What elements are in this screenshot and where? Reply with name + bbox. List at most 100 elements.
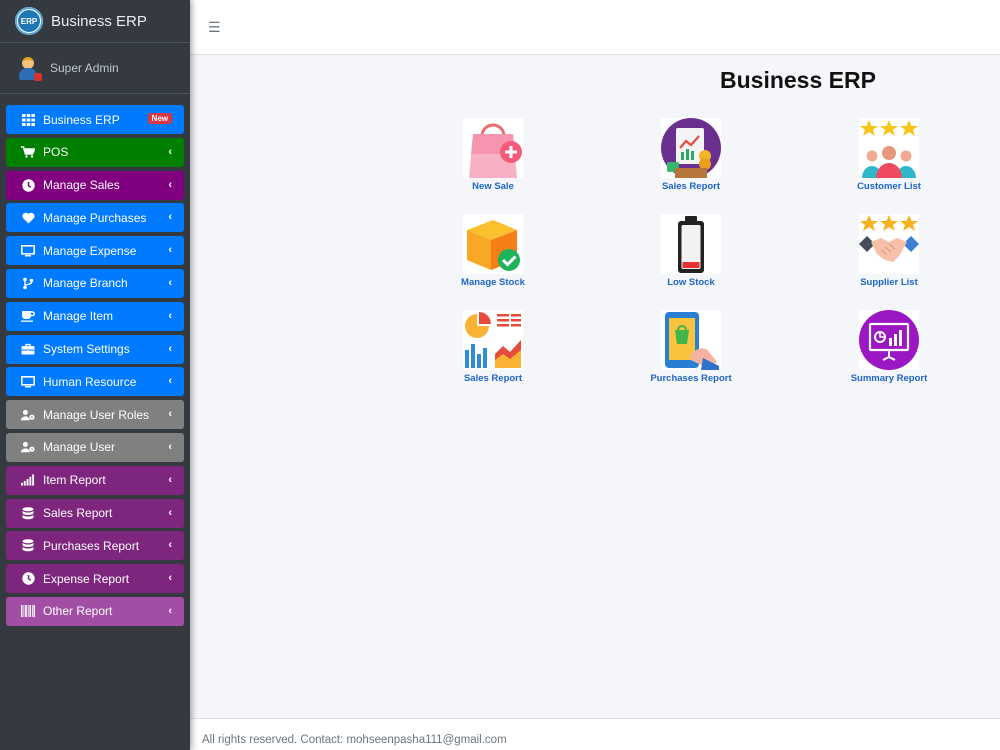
sidebar-item-business-erp[interactable]: Business ERP New xyxy=(6,105,184,134)
tile-label: Sales Report xyxy=(463,373,523,384)
user-name[interactable]: Super Admin xyxy=(50,61,119,75)
erp-logo-icon: ERP xyxy=(15,7,43,35)
tile-sales-report-charts[interactable]: Sales Report xyxy=(433,310,553,384)
branch-icon xyxy=(21,276,35,290)
sidebar-item-label: Business ERP xyxy=(43,112,120,127)
heart-icon xyxy=(21,211,35,225)
sidebar-item-manage-branch[interactable]: Manage Branch ‹ xyxy=(6,268,184,298)
sidebar-item-label: Sales Report xyxy=(43,506,113,521)
shopping-bag-plus-icon xyxy=(463,118,523,178)
menu-toggle-icon[interactable]: ☰ xyxy=(208,19,221,36)
sidebar-item-other-report[interactable]: Other Report ‹ xyxy=(6,596,184,626)
sidebar-item-label: Item Report xyxy=(43,473,106,488)
chevron-left-icon: ‹ xyxy=(168,211,172,224)
user-panel[interactable]: Super Admin xyxy=(0,43,190,94)
sidebar-nav: Business ERP New POS ‹ Manage Sales ‹ Ma… xyxy=(0,105,190,626)
sidebar-item-label: Manage Expense xyxy=(43,243,137,258)
sidebar-item-manage-purchases[interactable]: Manage Purchases ‹ xyxy=(6,203,184,233)
barcode-icon xyxy=(21,604,35,618)
new-badge: New xyxy=(147,113,172,124)
chevron-left-icon: ‹ xyxy=(168,408,172,421)
sidebar-item-expense-report[interactable]: Expense Report ‹ xyxy=(6,564,184,594)
footer-text: All rights reserved. Contact: mohseenpas… xyxy=(202,734,507,746)
chevron-left-icon: ‹ xyxy=(168,539,172,552)
tile-supplier-list[interactable]: Supplier List xyxy=(829,214,949,288)
monitor-icon xyxy=(21,375,35,389)
sidebar-item-label: System Settings xyxy=(43,342,130,357)
box-check-icon xyxy=(463,214,523,274)
sidebar-item-label: Manage Branch xyxy=(43,276,128,291)
mobile-shopping-icon xyxy=(661,310,721,370)
customers-stars-icon xyxy=(859,118,919,178)
chevron-left-icon: ‹ xyxy=(168,342,172,355)
chevron-left-icon: ‹ xyxy=(168,309,172,322)
toolbox-icon xyxy=(21,342,35,356)
monitor-icon xyxy=(21,244,35,258)
grid-icon xyxy=(21,113,35,127)
sidebar-item-manage-expense[interactable]: Manage Expense ‹ xyxy=(6,236,184,266)
sidebar-item-label: Manage Purchases xyxy=(43,210,147,225)
sidebar: ERP Business ERP Super Admin Business ER… xyxy=(0,0,190,750)
coffee-icon xyxy=(21,309,35,323)
database-icon xyxy=(21,539,35,553)
avatar xyxy=(16,55,42,81)
tile-label: Summary Report xyxy=(850,373,928,384)
sidebar-item-label: Human Resource xyxy=(43,374,137,389)
sidebar-item-manage-item[interactable]: Manage Item ‹ xyxy=(6,301,184,331)
sidebar-item-sales-report[interactable]: Sales Report ‹ xyxy=(6,498,184,528)
sales-report-icon xyxy=(661,118,721,178)
tile-summary-report[interactable]: Summary Report xyxy=(829,310,949,384)
sidebar-item-manage-user[interactable]: Manage User ‹ xyxy=(6,432,184,462)
tile-label: Manage Stock xyxy=(461,277,525,288)
user-cog-icon xyxy=(21,408,35,422)
chevron-left-icon: ‹ xyxy=(168,506,172,519)
chevron-left-icon: ‹ xyxy=(168,178,172,191)
tile-purchases-report[interactable]: Purchases Report xyxy=(631,310,751,384)
handshake-stars-icon xyxy=(859,214,919,274)
chevron-left-icon: ‹ xyxy=(168,473,172,486)
database-icon xyxy=(21,506,35,520)
low-battery-icon xyxy=(661,214,721,274)
sidebar-item-pos[interactable]: POS ‹ xyxy=(6,137,184,167)
brand-title: Business ERP xyxy=(51,12,147,30)
tile-label: Supplier List xyxy=(860,277,918,288)
logo-text: ERP xyxy=(18,10,40,32)
tile-customer-list[interactable]: Customer List xyxy=(829,118,949,192)
chevron-left-icon: ‹ xyxy=(168,375,172,388)
tile-low-stock[interactable]: Low Stock xyxy=(631,214,751,288)
chevron-left-icon: ‹ xyxy=(168,244,172,257)
chevron-left-icon: ‹ xyxy=(168,276,172,289)
sidebar-item-label: Expense Report xyxy=(43,571,130,586)
sidebar-item-label: Manage Item xyxy=(43,309,114,324)
sidebar-item-label: POS xyxy=(43,145,69,160)
sidebar-item-manage-sales[interactable]: Manage Sales ‹ xyxy=(6,170,184,200)
sidebar-item-label: Manage User Roles xyxy=(43,407,150,422)
sidebar-item-item-report[interactable]: Item Report ‹ xyxy=(6,465,184,495)
top-navbar: ☰ xyxy=(190,0,1000,55)
page-title: Business ERP xyxy=(720,67,876,93)
sidebar-item-label: Other Report xyxy=(43,604,113,619)
signal-icon xyxy=(21,473,35,487)
tile-label: Low Stock xyxy=(667,277,715,288)
brand-link[interactable]: ERP Business ERP xyxy=(0,0,190,43)
sidebar-item-label: Purchases Report xyxy=(43,538,140,553)
tile-label: New Sale xyxy=(472,181,514,192)
sidebar-item-manage-user-roles[interactable]: Manage User Roles ‹ xyxy=(6,400,184,430)
tile-manage-stock[interactable]: Manage Stock xyxy=(433,214,553,288)
presentation-icon xyxy=(859,310,919,370)
chevron-left-icon: ‹ xyxy=(168,440,172,453)
charts-icon xyxy=(463,310,523,370)
clock-icon xyxy=(21,178,35,192)
sidebar-item-system-settings[interactable]: System Settings ‹ xyxy=(6,334,184,364)
sidebar-item-human-resource[interactable]: Human Resource ‹ xyxy=(6,367,184,397)
chevron-left-icon: ‹ xyxy=(168,604,172,617)
user-clock-icon xyxy=(21,440,35,454)
sidebar-item-label: Manage User xyxy=(43,440,116,455)
clock-icon xyxy=(21,572,35,586)
footer: All rights reserved. Contact: mohseenpas… xyxy=(190,718,1000,750)
sidebar-item-purchases-report[interactable]: Purchases Report ‹ xyxy=(6,531,184,561)
cart-icon xyxy=(21,145,35,159)
tile-sales-report[interactable]: Sales Report xyxy=(631,118,751,192)
tile-new-sale[interactable]: New Sale xyxy=(433,118,553,192)
sidebar-item-label: Manage Sales xyxy=(43,178,120,193)
